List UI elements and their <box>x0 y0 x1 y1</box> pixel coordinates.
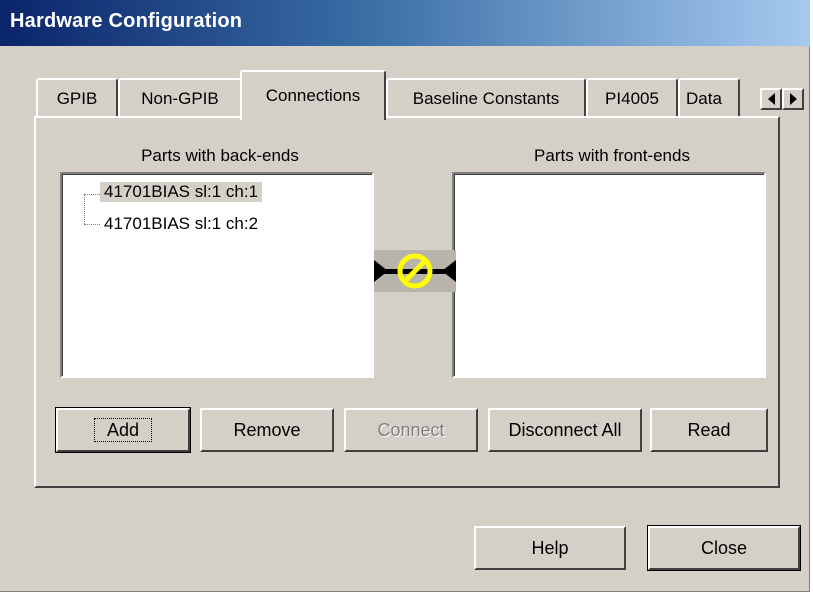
tab-label: Connections <box>265 86 361 105</box>
arrow-left-icon <box>767 93 775 105</box>
help-button[interactable]: Help <box>474 526 626 570</box>
remove-button[interactable]: Remove <box>200 408 334 452</box>
read-button[interactable]: Read <box>650 408 768 452</box>
tab-label: PI4005 <box>605 89 659 108</box>
tree-line <box>84 194 85 224</box>
tab-pi4005[interactable]: PI4005 <box>586 78 678 118</box>
disconnect-all-button[interactable]: Disconnect All <box>488 408 642 452</box>
tab-connections[interactable]: Connections <box>240 70 386 120</box>
tab-label: Non-GPIB <box>141 89 219 108</box>
arrow-right-icon <box>789 93 797 105</box>
tree-line <box>84 194 100 195</box>
tree-line <box>84 224 100 225</box>
tab-non-gpib[interactable]: Non-GPIB <box>118 78 242 118</box>
tab-baseline-constants[interactable]: Baseline Constants <box>386 78 586 118</box>
window-title: Hardware Configuration <box>10 10 243 32</box>
front-ends-header: Parts with front-ends <box>534 146 690 165</box>
help-button-label: Help <box>531 537 569 558</box>
hardware-config-window: Hardware Configuration GPIB Non-GPIB Con… <box>0 0 810 592</box>
tab-gpib[interactable]: GPIB <box>36 78 118 118</box>
tab-label: Baseline Constants <box>412 89 560 108</box>
disconnected-icon <box>374 250 456 292</box>
front-ends-list[interactable] <box>452 172 766 378</box>
connect-button-label: Connect <box>377 419 445 440</box>
tab-scroll-left-button[interactable] <box>760 88 782 110</box>
close-button-label: Close <box>700 537 748 558</box>
list-item[interactable]: 41701BIAS sl:1 ch:1 <box>100 182 263 202</box>
add-button[interactable]: Add <box>55 407 191 453</box>
remove-button-label: Remove <box>233 419 301 440</box>
tab-label: Data <box>686 89 722 108</box>
title-bar[interactable]: Hardware Configuration <box>0 0 810 46</box>
back-ends-header: Parts with back-ends <box>141 146 299 165</box>
disconnect-all-button-label: Disconnect All <box>508 419 622 440</box>
tab-data[interactable]: Data <box>678 78 740 118</box>
tab-label: GPIB <box>56 89 98 108</box>
tab-scroll-right-button[interactable] <box>782 88 804 110</box>
back-ends-list[interactable]: 41701BIAS sl:1 ch:1 41701BIAS sl:1 ch:2 <box>60 172 374 378</box>
list-item[interactable]: 41701BIAS sl:1 ch:2 <box>100 214 262 234</box>
add-button-label: Add <box>93 418 153 442</box>
connect-button[interactable]: Connect <box>344 408 478 452</box>
read-button-label: Read <box>687 419 731 440</box>
close-button[interactable]: Close <box>647 525 801 571</box>
